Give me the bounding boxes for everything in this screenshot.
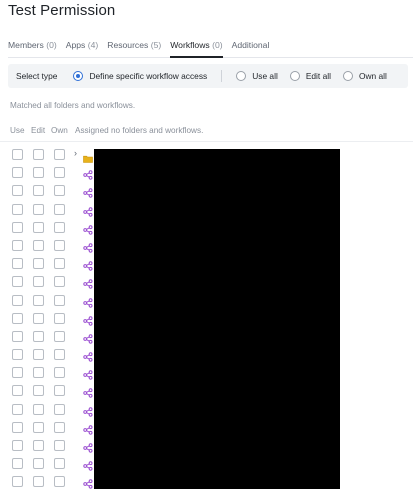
own-checkbox[interactable] [54,476,65,488]
tab-count: (5) [150,40,162,50]
radio-unchecked-icon[interactable] [236,71,247,81]
tab-resources[interactable]: Resources (5) [107,40,161,57]
own-checkbox[interactable] [54,385,65,397]
edit-checkbox[interactable] [33,421,44,433]
use-checkbox[interactable] [12,294,23,306]
edit-checkbox[interactable] [33,312,44,324]
own-checkbox[interactable] [54,149,65,160]
edit-checkbox[interactable] [33,440,44,451]
tab-workflows[interactable]: Workflows (0) [170,40,224,58]
use-checkbox[interactable] [12,203,23,215]
own-checkbox[interactable] [54,276,65,288]
radio-edit-all[interactable]: Edit all [289,71,331,81]
radio-label: Define specific workflow access [89,71,208,81]
use-checkbox[interactable] [12,312,23,324]
divider [0,141,413,142]
edit-checkbox[interactable] [33,367,44,379]
tab-bar: Members (0) Apps (4) Resources (5) Workf… [8,40,413,58]
edit-checkbox[interactable] [33,330,44,342]
own-checkbox[interactable] [54,294,65,306]
own-checkbox[interactable] [54,330,65,342]
page-title: Test Permission [8,2,116,19]
tab-count: (4) [87,40,99,50]
use-checkbox[interactable] [12,330,23,342]
tab-count: (0) [212,40,223,50]
own-checkbox[interactable] [54,312,65,324]
edit-checkbox[interactable] [33,385,44,397]
use-checkbox[interactable] [12,149,23,160]
column-header: Use Edit Own Assigned no folders and wor… [10,126,413,135]
tab-label: Additional [231,40,270,50]
select-type-label: Select type [16,71,58,81]
radio-own-all[interactable]: Own all [342,71,387,81]
column-edit: Edit [31,126,46,135]
edit-checkbox[interactable] [33,294,44,306]
own-checkbox[interactable] [54,203,65,215]
use-checkbox[interactable] [12,440,23,451]
use-checkbox[interactable] [12,185,23,197]
own-checkbox[interactable] [54,421,65,433]
own-checkbox[interactable] [54,258,65,270]
radio-define-specific[interactable]: Define specific workflow access [73,71,207,81]
edit-checkbox[interactable] [33,167,44,179]
edit-checkbox[interactable] [33,239,44,251]
use-checkbox[interactable] [12,476,23,488]
use-checkbox[interactable] [12,349,23,361]
use-checkbox[interactable] [12,403,23,415]
workflow-icon [83,476,93,494]
own-checkbox[interactable] [54,403,65,415]
use-checkbox[interactable] [12,239,23,251]
tab-members[interactable]: Members (0) [8,40,57,57]
use-checkbox[interactable] [12,367,23,379]
edit-checkbox[interactable] [33,458,44,470]
edit-checkbox[interactable] [33,221,44,233]
edit-checkbox[interactable] [33,276,44,288]
use-checkbox[interactable] [12,167,23,179]
column-use: Use [10,126,25,135]
own-checkbox[interactable] [54,185,65,197]
edit-checkbox[interactable] [33,185,44,197]
use-checkbox[interactable] [12,421,23,433]
own-checkbox[interactable] [54,167,65,179]
radio-unchecked-icon[interactable] [342,71,353,81]
edit-checkbox[interactable] [33,203,44,215]
use-checkbox[interactable] [12,258,23,270]
radio-unchecked-icon[interactable] [289,71,300,81]
radio-checked-icon[interactable] [73,71,84,81]
tab-apps[interactable]: Apps (4) [66,40,99,57]
redacted-region [94,149,340,489]
own-checkbox[interactable] [54,239,65,251]
tab-label: Apps [65,40,86,50]
tab-label: Members [8,40,44,50]
edit-checkbox[interactable] [33,258,44,270]
radio-use-all[interactable]: Use all [236,71,278,81]
own-checkbox[interactable] [54,367,65,379]
use-checkbox[interactable] [12,276,23,288]
tab-label: Workflows [170,40,210,50]
divider [221,70,223,82]
radio-label: Own all [358,71,387,81]
column-own: Own [51,126,68,135]
use-checkbox[interactable] [12,385,23,397]
own-checkbox[interactable] [54,221,65,233]
own-checkbox[interactable] [54,440,65,451]
matched-text: Matched all folders and workflows. [10,101,136,110]
tab-additional[interactable]: Additional [232,40,270,57]
tab-count: (0) [46,40,57,50]
edit-checkbox[interactable] [33,349,44,361]
tab-label: Resources [107,40,149,50]
edit-checkbox[interactable] [33,149,44,160]
assigned-text: Assigned no folders and workflows. [75,126,204,135]
edit-checkbox[interactable] [33,476,44,488]
use-checkbox[interactable] [12,458,23,470]
radio-label: Edit all [305,71,331,81]
own-checkbox[interactable] [54,349,65,361]
own-checkbox[interactable] [54,458,65,470]
chevron-right-icon[interactable]: › [74,148,77,158]
use-checkbox[interactable] [12,221,23,233]
edit-checkbox[interactable] [33,403,44,415]
select-type-bar: Select type Define specific workflow acc… [8,64,408,88]
radio-label: Use all [252,71,278,81]
